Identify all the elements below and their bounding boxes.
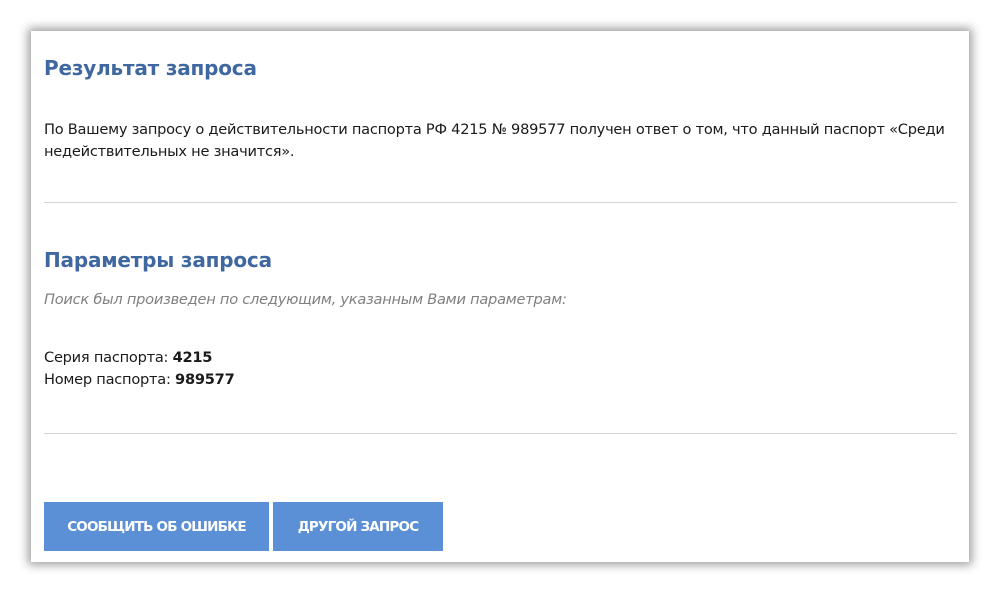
passport-series-label: Серия паспорта: [44, 349, 173, 366]
passport-number-row: Номер паспорта: 989577 [44, 370, 235, 390]
result-title: Результат запроса [44, 56, 257, 80]
result-card: Результат запроса По Вашему запросу о де… [31, 31, 969, 562]
passport-number-value: 989577 [175, 371, 235, 388]
divider [44, 433, 957, 434]
passport-series-value: 4215 [172, 349, 213, 366]
report-error-button[interactable]: Сообщить об ошибке [44, 502, 269, 551]
other-request-button[interactable]: Другой запрос [273, 502, 443, 551]
params-note: Поиск был произведен по следующим, указа… [44, 291, 567, 308]
params-title: Параметры запроса [44, 248, 272, 272]
passport-series-row: Серия паспорта: 4215 [44, 348, 212, 368]
result-text: По Вашему запросу о действительности пас… [44, 121, 945, 160]
passport-number-label: Номер паспорта: [44, 371, 176, 388]
divider [44, 202, 957, 203]
